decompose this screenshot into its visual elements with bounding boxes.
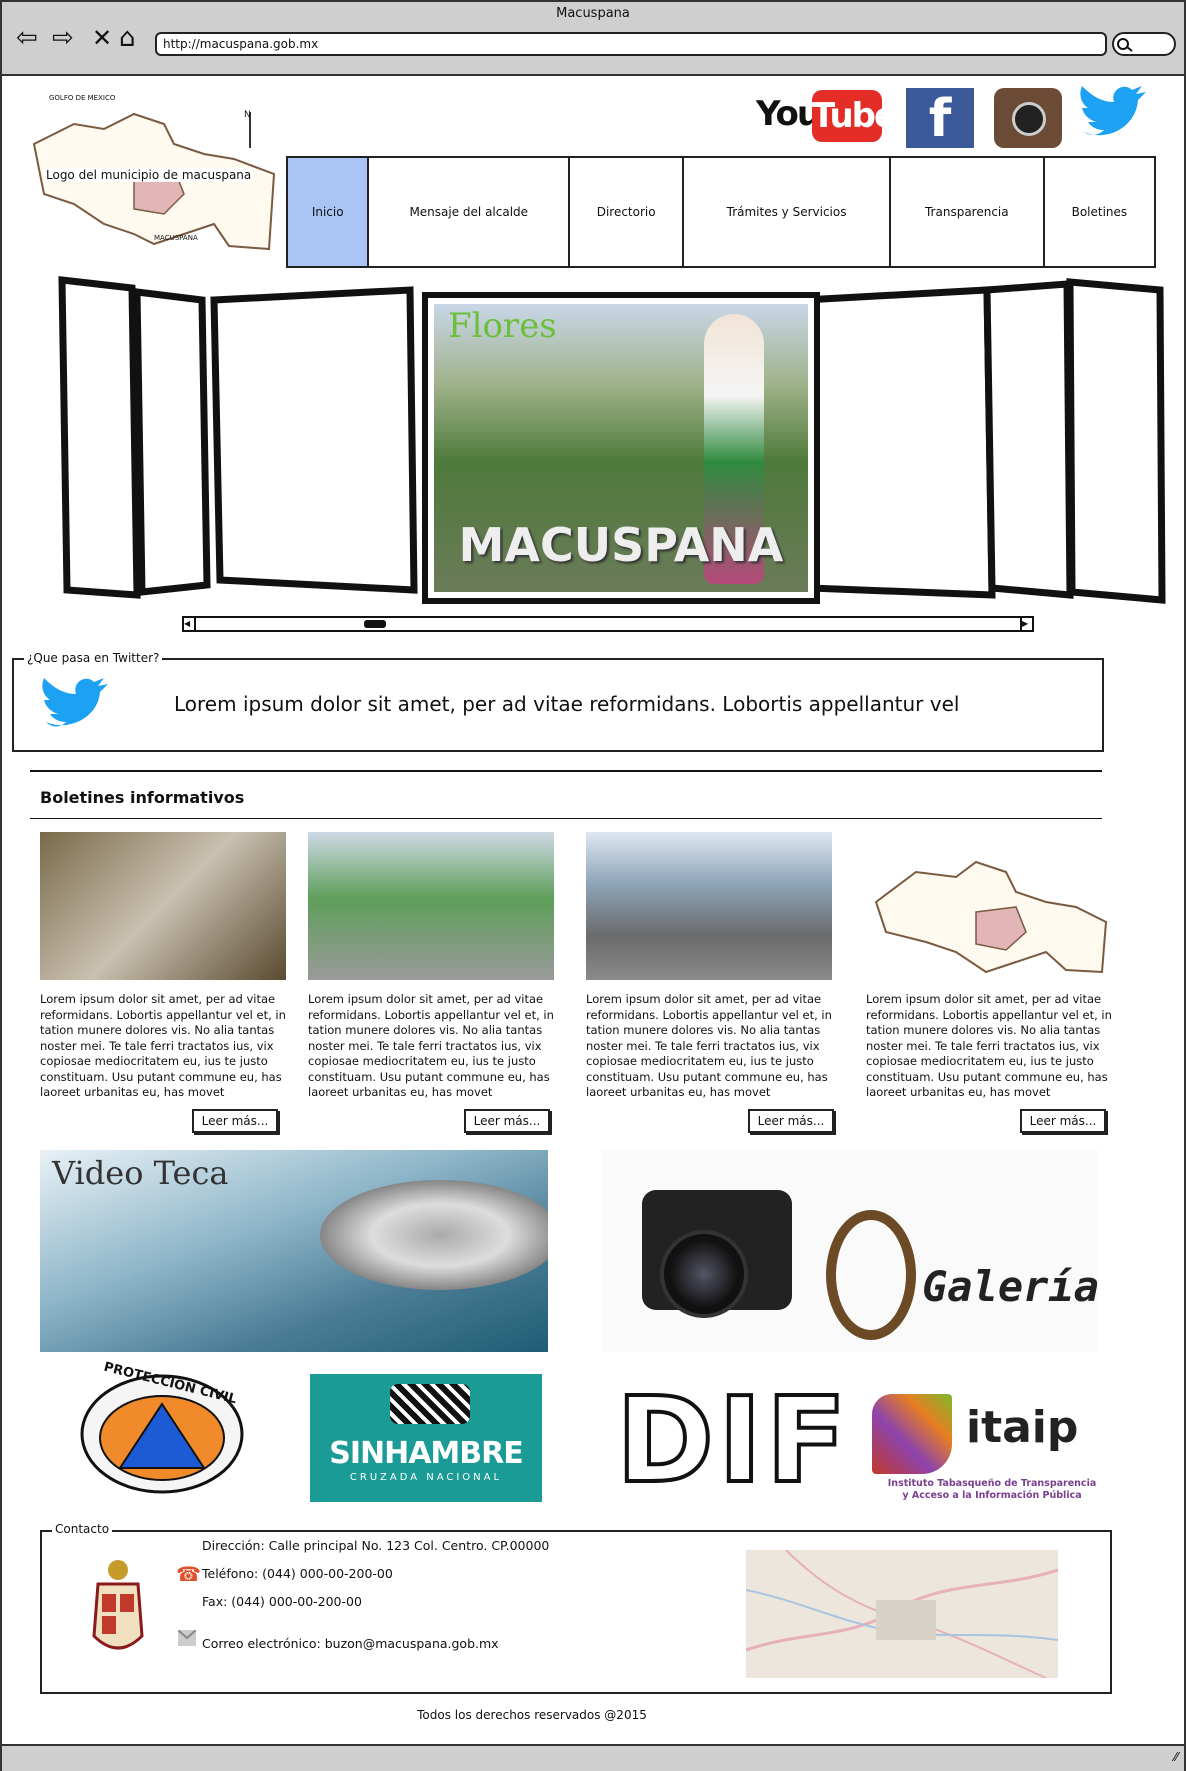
sinhambre-subtext: CRUZADA NACIONAL — [349, 1472, 503, 1483]
status-bar: ⁄⁄ — [2, 1744, 1184, 1771]
municipality-logo[interactable]: GOLFO DE MEXICO N MACUSPANA Logo del mun… — [14, 84, 276, 256]
sinhambre-logo[interactable]: SINHAMBRE CRUZADA NACIONAL — [310, 1374, 542, 1502]
itaip-logo[interactable]: itaip Instituto Tabasqueño de Transparen… — [868, 1374, 1108, 1504]
read-more-button-1[interactable]: Leer más... — [192, 1109, 278, 1133]
divider — [30, 818, 1102, 819]
read-more-button-4[interactable]: Leer más... — [1020, 1109, 1106, 1133]
facebook-icon[interactable]: f — [906, 88, 974, 149]
phone-icon: ☎ — [176, 1562, 201, 1586]
carousel-scrollbar[interactable]: ◀ ▶ — [182, 616, 1034, 632]
itaip-text: itaip — [966, 1402, 1079, 1453]
menu-item-tramites[interactable]: Trámites y Servicios — [684, 158, 891, 266]
twitter-icon[interactable] — [1076, 84, 1148, 150]
videoteca-title: Video Teca — [52, 1154, 229, 1192]
sinhambre-text: SINHAMBRE — [329, 1436, 524, 1471]
twitter-bird-icon — [42, 678, 108, 727]
contact-address: Dirección: Calle principal No. 123 Col. … — [202, 1538, 550, 1553]
galeria-title: Galería — [922, 1262, 1100, 1311]
tweet-text: Lorem ipsum dolor sit amet, per ad vitae… — [174, 692, 960, 716]
north-label: N — [244, 110, 251, 120]
search-input[interactable] — [1112, 32, 1176, 56]
boletin-text-4: Lorem ipsum dolor sit amet, per ad vitae… — [866, 992, 1112, 1099]
galeria-banner[interactable]: Galería — [602, 1150, 1100, 1352]
read-more-button-2[interactable]: Leer más... — [464, 1109, 550, 1133]
location-map[interactable] — [746, 1550, 1058, 1678]
coat-of-arms-icon — [84, 1556, 152, 1664]
boletin-image-4[interactable] — [866, 832, 1112, 980]
contact-email[interactable]: Correo electrónico: buzon@macuspana.gob.… — [202, 1636, 499, 1651]
scrollbar-thumb[interactable] — [364, 620, 386, 628]
logo-label: Logo del municipio de macuspana — [44, 168, 254, 182]
instagram-icon[interactable] — [994, 88, 1062, 148]
contact-fax: Fax: (044) 000-00-200-00 — [202, 1594, 362, 1609]
youtube-icon[interactable]: You Tube — [754, 88, 897, 148]
browser-toolbar: Macuspana ⇦ ⇨ ✕ ⌂ http://macuspana.gob.m… — [2, 2, 1184, 76]
menu-item-mensaje[interactable]: Mensaje del alcalde — [369, 158, 571, 266]
window-title: Macuspana — [556, 6, 630, 21]
boletin-image-3[interactable] — [586, 832, 832, 980]
back-icon[interactable]: ⇦ — [16, 24, 38, 52]
boletin-text-2: Lorem ipsum dolor sit amet, per ad vitae… — [308, 992, 554, 1099]
search-icon — [1117, 38, 1133, 52]
main-menu: Inicio Mensaje del alcalde Directorio Tr… — [286, 156, 1156, 268]
menu-item-boletines[interactable]: Boletines — [1045, 158, 1154, 266]
slide-photo: Flores MACUSPANA — [434, 304, 808, 592]
boletin-text-1: Lorem ipsum dolor sit amet, per ad vitae… — [40, 992, 286, 1099]
forward-icon[interactable]: ⇨ — [52, 24, 74, 52]
boletin-text-3: Lorem ipsum dolor sit amet, per ad vitae… — [586, 992, 832, 1099]
browser-window: Macuspana ⇦ ⇨ ✕ ⌂ http://macuspana.gob.m… — [0, 0, 1186, 1771]
menu-item-directorio[interactable]: Directorio — [570, 158, 685, 266]
url-input[interactable]: http://macuspana.gob.mx — [155, 32, 1107, 56]
videoteca-banner[interactable]: Video Teca — [40, 1150, 548, 1352]
itaip-subtext-2: y Acceso a la Información Pública — [902, 1490, 1082, 1501]
boletines-heading: Boletines informativos — [40, 788, 245, 807]
contact-phone: Teléfono: (044) 000-00-200-00 — [202, 1566, 393, 1581]
dif-logo[interactable]: DIF — [614, 1376, 848, 1504]
twitter-legend: ¿Que pasa en Twitter? — [24, 651, 163, 665]
resize-grip-icon[interactable]: ⁄⁄ — [1174, 1750, 1178, 1764]
menu-item-inicio[interactable]: Inicio — [288, 158, 370, 266]
twitter-panel: ¿Que pasa en Twitter? Lorem ipsum dolor … — [12, 651, 1104, 752]
footer-text: Todos los derechos reservados @2015 — [417, 1708, 647, 1722]
town-label: MACUSPANA — [154, 234, 198, 242]
slide-caption: MACUSPANA — [458, 518, 784, 572]
email-icon — [177, 1629, 197, 1646]
close-icon[interactable]: ✕ — [92, 24, 112, 52]
itaip-subtext-1: Instituto Tabasqueño de Transparencia — [887, 1478, 1097, 1489]
carousel-current-slide[interactable]: Flores MACUSPANA — [422, 292, 820, 604]
slide-script: Flores — [448, 306, 557, 346]
boletin-image-1[interactable] — [40, 832, 286, 980]
contact-panel: Contacto Dirección: Calle principal No. … — [40, 1522, 1112, 1694]
gulf-label: GOLFO DE MEXICO — [49, 94, 116, 102]
read-more-button-3[interactable]: Leer más... — [748, 1109, 834, 1133]
contact-legend: Contacto — [52, 1522, 113, 1536]
boletin-image-2[interactable] — [308, 832, 554, 980]
home-icon[interactable]: ⌂ — [119, 24, 136, 52]
divider — [30, 770, 1102, 772]
menu-item-transparencia[interactable]: Transparencia — [891, 158, 1045, 266]
proteccion-civil-logo[interactable]: PROTECCION CIVIL — [78, 1360, 246, 1496]
